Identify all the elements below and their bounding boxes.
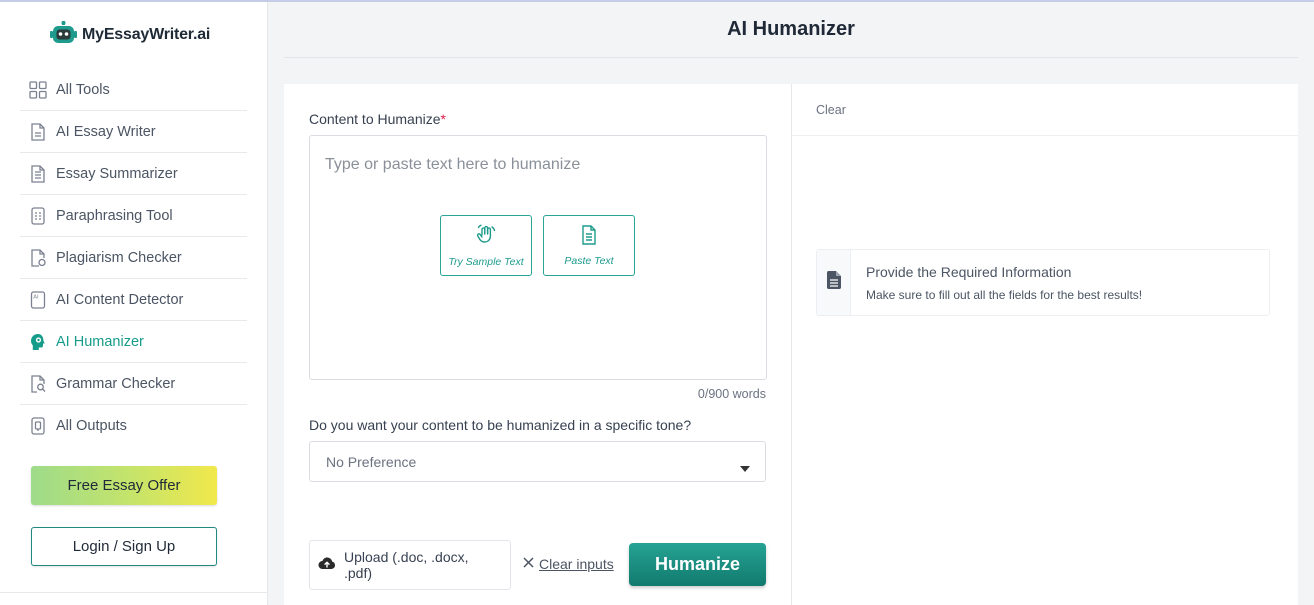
free-essay-offer-button[interactable]: Free Essay Offer xyxy=(31,466,217,505)
caret-down-icon xyxy=(740,459,750,477)
sidebar-item-ai-content-detector[interactable]: AI AI Content Detector xyxy=(20,279,247,321)
divider xyxy=(0,592,268,593)
divider xyxy=(284,57,1298,58)
content-textarea[interactable]: Type or paste text here to humanize Try … xyxy=(309,135,767,380)
document-icon xyxy=(29,122,47,141)
content-label: Content to Humanize* xyxy=(309,111,446,127)
doc-search-icon xyxy=(29,374,47,393)
try-sample-text-label: Try Sample Text xyxy=(448,255,524,268)
content-placeholder: Type or paste text here to humanize xyxy=(325,156,581,173)
tone-question: Do you want your content to be humanized… xyxy=(309,417,692,433)
page-title: AI Humanizer xyxy=(727,18,855,40)
document-lines-icon xyxy=(29,164,47,183)
output-panel: Clear Provide the Required Information M… xyxy=(791,84,1298,605)
content-label-text: Content to Humanize xyxy=(309,111,441,127)
login-signup-button[interactable]: Login / Sign Up xyxy=(31,527,217,566)
logo-text: MyEssayWriter.ai xyxy=(82,26,211,43)
hand-wave-icon xyxy=(475,224,497,251)
sidebar-item-all-outputs[interactable]: All Outputs xyxy=(20,405,247,447)
sidebar-item-label: Essay Summarizer xyxy=(56,165,178,182)
sidebar-item-label: AI Content Detector xyxy=(56,291,184,308)
sidebar: MyEssayWriter.ai All Tools AI Essay Writ… xyxy=(0,2,268,605)
document-check-icon xyxy=(29,248,47,267)
clear-inputs-button[interactable]: Clear inputs xyxy=(523,555,614,573)
sidebar-item-essay-summarizer[interactable]: Essay Summarizer xyxy=(20,153,247,195)
try-sample-text-button[interactable]: Try Sample Text xyxy=(440,215,532,276)
upload-label: Upload (.doc, .docx, .pdf) xyxy=(344,549,469,581)
info-subtitle: Make sure to fill out all the fields for… xyxy=(866,288,1143,302)
scrollbar-track[interactable] xyxy=(1298,58,1314,428)
sidebar-item-label: AI Humanizer xyxy=(56,333,144,350)
svg-text:AI: AI xyxy=(33,294,39,300)
sidebar-item-label: AI Essay Writer xyxy=(56,123,156,140)
sidebar-item-plagiarism-checker[interactable]: Plagiarism Checker xyxy=(20,237,247,279)
sidebar-item-paraphrasing-tool[interactable]: Paraphrasing Tool xyxy=(20,195,247,237)
grid-icon xyxy=(29,80,47,99)
paste-text-label: Paste Text xyxy=(564,254,614,267)
document-icon xyxy=(581,224,597,250)
sidebar-item-ai-essay-writer[interactable]: AI Essay Writer xyxy=(20,111,247,153)
info-icon-cell xyxy=(817,250,851,315)
output-toolbar: Clear xyxy=(792,84,1298,136)
sidebar-nav: All Tools AI Essay Writer Essay Summariz… xyxy=(20,69,247,447)
info-title: Provide the Required Information xyxy=(866,264,1072,280)
upload-button[interactable]: Upload (.doc, .docx, .pdf) xyxy=(309,540,511,590)
close-icon xyxy=(523,555,534,573)
robot-logo-icon xyxy=(50,20,77,50)
paste-text-button[interactable]: Paste Text xyxy=(543,215,635,276)
sidebar-item-grammar-checker[interactable]: Grammar Checker xyxy=(20,363,247,405)
input-panel: Content to Humanize* Type or paste text … xyxy=(284,84,791,605)
required-mark: * xyxy=(440,111,446,127)
sidebar-item-ai-humanizer[interactable]: AI Humanizer xyxy=(20,321,247,363)
tone-select-value: No Preference xyxy=(326,453,417,470)
logo[interactable]: MyEssayWriter.ai xyxy=(50,20,210,50)
ai-doc-icon: AI xyxy=(29,290,47,309)
info-card: Provide the Required Information Make su… xyxy=(816,249,1270,316)
file-text-icon xyxy=(826,271,841,294)
tone-select[interactable]: No Preference xyxy=(309,441,766,482)
sidebar-item-label: Plagiarism Checker xyxy=(56,249,182,266)
sidebar-item-all-tools[interactable]: All Tools xyxy=(20,69,247,111)
clear-output-button[interactable]: Clear xyxy=(816,103,846,117)
sidebar-item-label: Grammar Checker xyxy=(56,375,176,392)
sidebar-item-label: All Tools xyxy=(56,81,110,98)
sidebar-item-label: All Outputs xyxy=(56,418,127,434)
word-count: 0/900 words xyxy=(697,387,766,401)
archive-icon xyxy=(29,417,47,435)
cloud-upload-icon xyxy=(318,556,336,575)
sidebar-item-label: Paraphrasing Tool xyxy=(56,207,173,224)
head-icon xyxy=(29,333,47,351)
list-doc-icon xyxy=(29,206,47,225)
humanize-button[interactable]: Humanize xyxy=(629,543,766,586)
clear-inputs-label: Clear inputs xyxy=(539,556,614,572)
